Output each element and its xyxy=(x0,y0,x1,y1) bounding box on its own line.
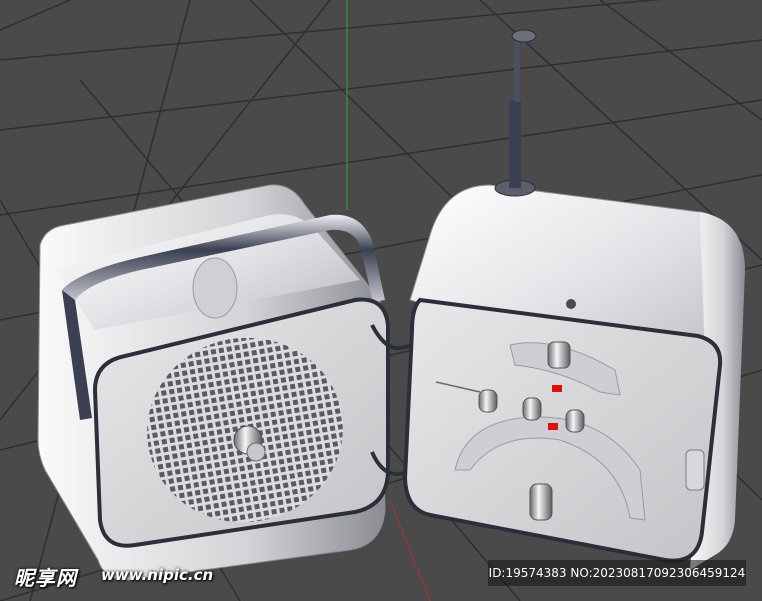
top-hole-icon xyxy=(566,299,576,309)
control-cube xyxy=(402,184,745,570)
watermark-id: ID:19574383 NO:20230817092306459124 xyxy=(488,560,746,586)
button-2-icon xyxy=(522,397,542,421)
watermark-logo: 昵享网 xyxy=(14,566,77,590)
speaker-cube xyxy=(37,184,390,581)
volume-knob-icon xyxy=(529,483,553,521)
button-1-icon xyxy=(478,389,498,413)
radio-render-scene xyxy=(0,0,762,601)
side-latch-icon xyxy=(685,449,705,491)
lower-indicator xyxy=(548,423,558,430)
watermark-url: www.nipic.cn xyxy=(101,566,214,584)
tuning-knob-icon xyxy=(547,341,571,369)
strap-handle xyxy=(192,257,238,319)
button-3-icon xyxy=(565,409,585,433)
upper-indicator xyxy=(552,385,562,392)
